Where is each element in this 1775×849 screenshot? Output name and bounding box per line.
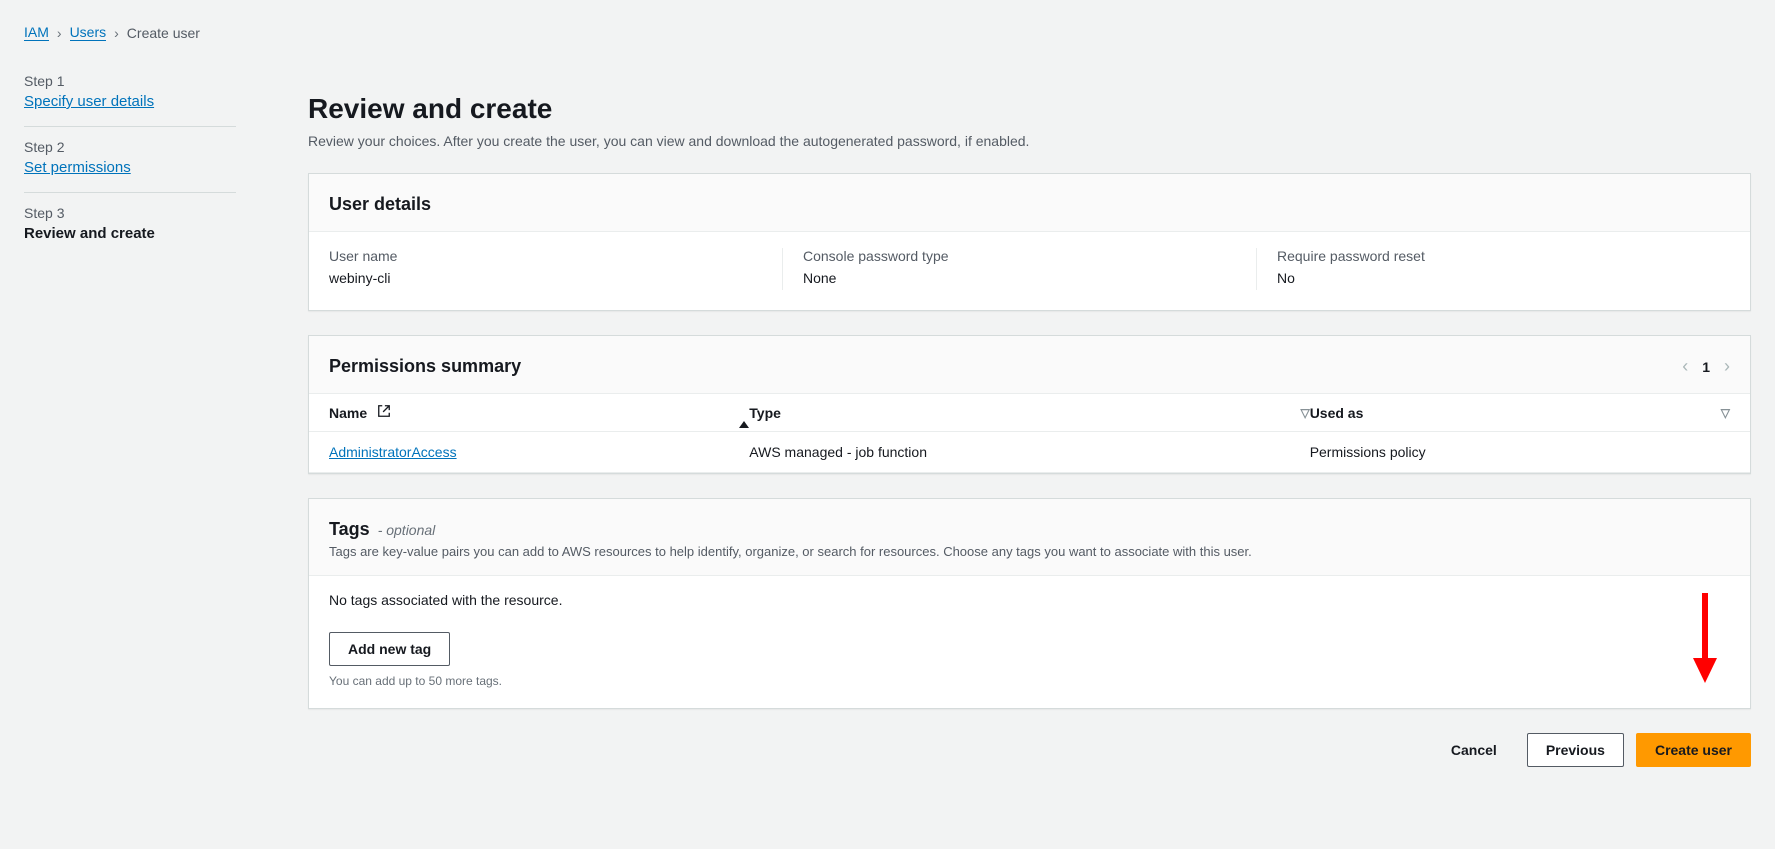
page-next-icon[interactable]: ›: [1724, 356, 1730, 377]
pagination: ‹ 1 ›: [1682, 356, 1730, 377]
add-new-tag-button[interactable]: Add new tag: [329, 632, 450, 666]
create-user-button[interactable]: Create user: [1636, 733, 1751, 767]
page-prev-icon[interactable]: ‹: [1682, 356, 1688, 377]
sort-icon: ▽: [1300, 406, 1309, 420]
step-3-current: Review and create: [24, 225, 236, 242]
breadcrumb-users[interactable]: Users: [70, 24, 107, 41]
username-value: webiny-cli: [329, 270, 782, 286]
chevron-right-icon: ›: [114, 25, 119, 41]
reset-label: Require password reset: [1277, 248, 1730, 264]
sort-icon: ▽: [1721, 406, 1730, 420]
tags-limit-help: You can add up to 50 more tags.: [329, 674, 1730, 688]
external-link-icon: [377, 404, 391, 421]
tags-description: Tags are key-value pairs you can add to …: [329, 544, 1730, 559]
tags-title: Tags: [329, 519, 370, 540]
breadcrumb-current: Create user: [127, 25, 200, 41]
page-number: 1: [1702, 359, 1710, 375]
step-1-link[interactable]: Specify user details: [24, 93, 154, 110]
password-type-value: None: [803, 270, 1256, 286]
username-label: User name: [329, 248, 782, 264]
reset-value: No: [1277, 270, 1730, 286]
page-title: Review and create: [308, 93, 1751, 125]
step-2-link[interactable]: Set permissions: [24, 159, 131, 176]
step-1-label: Step 1: [24, 73, 236, 89]
step-2-label: Step 2: [24, 139, 236, 155]
step-3-label: Step 3: [24, 205, 236, 221]
policy-type: AWS managed - job function: [749, 444, 1309, 460]
breadcrumb: IAM › Users › Create user: [0, 0, 1775, 49]
permissions-title: Permissions summary: [329, 356, 521, 377]
user-details-title: User details: [329, 194, 431, 215]
page-description: Review your choices. After you create th…: [308, 133, 1751, 149]
permissions-panel: Permissions summary ‹ 1 › Name Type: [308, 335, 1751, 474]
tags-optional-label: - optional: [378, 522, 436, 538]
cancel-button[interactable]: Cancel: [1433, 734, 1515, 766]
user-details-panel: User details User name webiny-cli Consol…: [308, 173, 1751, 311]
wizard-steps: Step 1 Specify user details Step 2 Set p…: [0, 49, 260, 791]
policy-used-as: Permissions policy: [1310, 444, 1730, 460]
chevron-right-icon: ›: [57, 25, 62, 41]
breadcrumb-iam[interactable]: IAM: [24, 24, 49, 41]
column-header-name[interactable]: Name: [329, 404, 749, 421]
column-header-used-as[interactable]: Used as ▽: [1310, 404, 1730, 421]
password-type-label: Console password type: [803, 248, 1256, 264]
no-tags-message: No tags associated with the resource.: [329, 592, 1730, 608]
footer-buttons: Cancel Previous Create user: [308, 733, 1751, 767]
policy-name-link[interactable]: AdministratorAccess: [329, 444, 457, 460]
tags-panel: Tags - optional Tags are key-value pairs…: [308, 498, 1751, 709]
sort-asc-icon: [739, 405, 749, 421]
previous-button[interactable]: Previous: [1527, 733, 1624, 767]
permissions-table-header: Name Type ▽ Used as ▽: [309, 393, 1750, 432]
column-header-type[interactable]: Type ▽: [749, 404, 1309, 421]
table-row: AdministratorAccess AWS managed - job fu…: [309, 432, 1750, 473]
